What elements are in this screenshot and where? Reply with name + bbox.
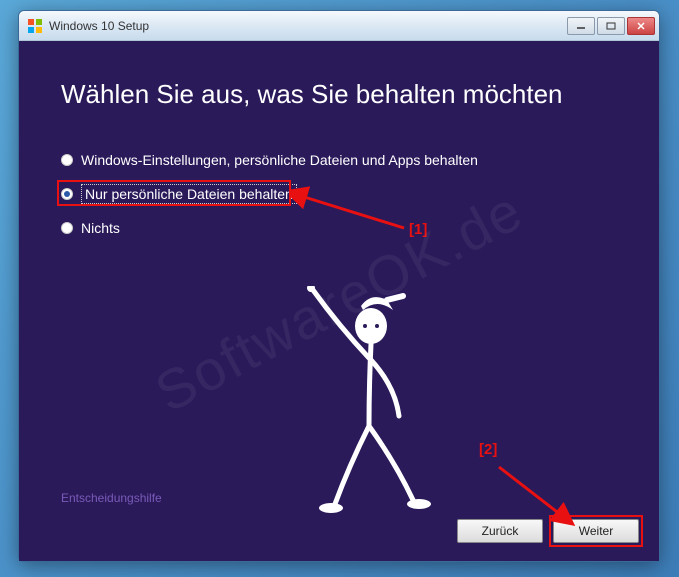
window-controls — [567, 17, 655, 35]
window-title: Windows 10 Setup — [49, 19, 567, 33]
option-keep-all[interactable]: Windows-Einstellungen, persönliche Datei… — [61, 152, 617, 168]
minimize-button[interactable] — [567, 17, 595, 35]
page-heading: Wählen Sie aus, was Sie behalten möchten — [61, 79, 617, 110]
option-label: Windows-Einstellungen, persönliche Datei… — [81, 152, 478, 168]
maximize-button[interactable] — [597, 17, 625, 35]
mascot-figure-icon — [299, 286, 439, 516]
setup-body: Wählen Sie aus, was Sie behalten möchten… — [19, 41, 659, 561]
titlebar[interactable]: Windows 10 Setup — [19, 11, 659, 41]
annotation-label-2: [2] — [479, 441, 497, 458]
options-group: Windows-Einstellungen, persönliche Datei… — [61, 152, 617, 236]
option-nothing[interactable]: Nichts — [61, 220, 617, 236]
help-link[interactable]: Entscheidungshilfe — [61, 491, 162, 505]
radio-icon — [61, 222, 73, 234]
next-button[interactable]: Weiter — [553, 519, 639, 543]
windows-setup-icon — [27, 18, 43, 34]
option-keep-files[interactable]: Nur persönliche Dateien behalten — [61, 184, 617, 204]
close-button[interactable] — [627, 17, 655, 35]
setup-window: Windows 10 Setup Wählen Sie aus, was Sie… — [18, 10, 660, 562]
option-label: Nichts — [81, 220, 120, 236]
back-button[interactable]: Zurück — [457, 519, 543, 543]
option-label: Nur persönliche Dateien behalten — [81, 184, 297, 204]
radio-icon — [61, 154, 73, 166]
radio-icon — [61, 188, 73, 200]
button-row: Zurück Weiter — [457, 519, 639, 543]
